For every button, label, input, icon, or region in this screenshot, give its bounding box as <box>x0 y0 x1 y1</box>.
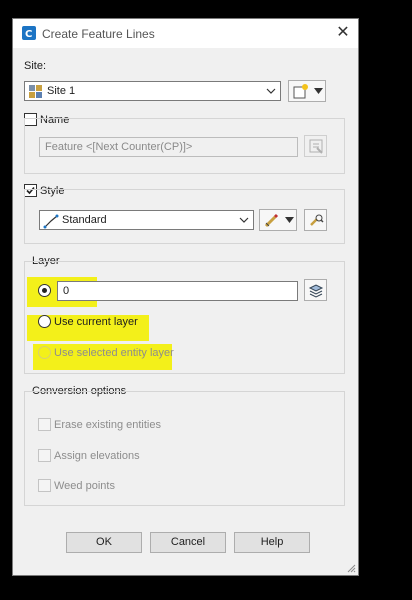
weed-points-checkbox[interactable] <box>38 479 51 492</box>
use-current-layer-label: Use current layer <box>54 316 138 328</box>
feature-line-style-icon <box>43 214 59 229</box>
close-button[interactable]: ✕ <box>332 23 354 43</box>
name-template-icon <box>309 139 323 154</box>
use-selected-entity-layer-label: Use selected entity layer <box>54 347 174 359</box>
weed-points-label: Weed points <box>54 480 115 492</box>
site-label: Site: <box>24 60 47 72</box>
name-input[interactable]: Feature <[Next Counter(CP)]> <box>39 137 298 157</box>
civil3d-app-icon: C <box>22 26 36 40</box>
erase-existing-entities-checkbox[interactable] <box>38 418 51 431</box>
layer-name-input[interactable]: 0 <box>57 281 298 301</box>
help-button[interactable]: Help <box>234 532 310 553</box>
site-icon <box>29 85 42 98</box>
assign-elevations-label: Assign elevations <box>54 450 140 462</box>
pick-style-icon <box>310 214 324 226</box>
style-edit-button[interactable] <box>259 209 297 231</box>
cancel-button[interactable]: Cancel <box>150 532 226 553</box>
new-site-icon <box>293 84 308 99</box>
svg-text:C: C <box>25 29 32 40</box>
create-site-button[interactable] <box>288 80 326 102</box>
style-dropdown[interactable]: Standard <box>39 210 254 230</box>
style-value: Standard <box>62 214 107 226</box>
resize-grip-icon[interactable] <box>346 563 356 573</box>
use-selected-entity-layer-radio[interactable] <box>38 346 51 359</box>
close-icon: ✕ <box>336 24 350 41</box>
chevron-down-icon <box>239 217 249 223</box>
use-current-layer-radio[interactable] <box>38 315 51 328</box>
chevron-down-icon <box>266 88 276 94</box>
dropdown-arrow-icon <box>285 217 294 223</box>
ok-button[interactable]: OK <box>66 532 142 553</box>
layers-icon <box>308 284 324 298</box>
layer-specified-radio[interactable] <box>38 284 51 297</box>
window-title: Create Feature Lines <box>42 27 155 41</box>
site-dropdown[interactable]: Site 1 <box>24 81 281 101</box>
create-feature-lines-dialog: C Create Feature Lines ✕ Site: Site 1 Na… <box>12 18 359 576</box>
name-value: Feature <[Next Counter(CP)]> <box>45 141 193 153</box>
title-bar: C Create Feature Lines ✕ <box>13 19 358 48</box>
site-value: Site 1 <box>47 85 76 97</box>
erase-existing-entities-label: Erase existing entities <box>54 419 161 431</box>
style-pick-button[interactable] <box>304 209 327 231</box>
layer-select-button[interactable] <box>304 279 327 301</box>
name-template-button[interactable] <box>304 135 327 157</box>
dropdown-arrow-icon <box>314 88 323 94</box>
edit-style-icon <box>264 213 279 228</box>
assign-elevations-checkbox[interactable] <box>38 449 51 462</box>
layer-value: 0 <box>63 285 70 297</box>
